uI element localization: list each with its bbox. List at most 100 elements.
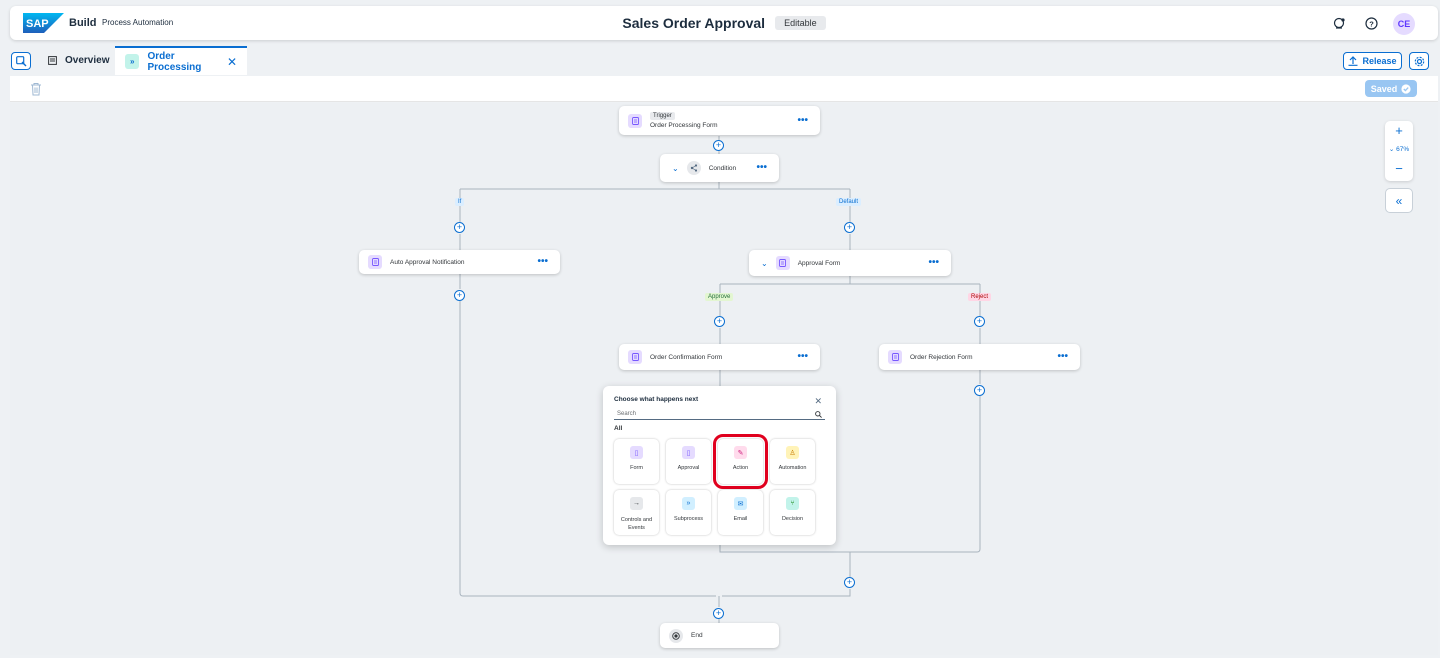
order-rejection-node[interactable]: Order Rejection Form ••• [879, 344, 1080, 370]
condition-label: Condition [708, 164, 737, 172]
chevron-down-icon[interactable]: ⌄ [672, 164, 679, 173]
condition-icon [686, 161, 701, 175]
page-title: Sales Order Approval [622, 15, 766, 31]
add-step-button[interactable]: + [974, 385, 985, 396]
collapse-panel-button[interactable]: « [1385, 188, 1413, 213]
more-options-icon[interactable]: ••• [797, 115, 808, 125]
tile-label: Email [733, 516, 748, 522]
tab-order-processing-label: Order Processing [147, 50, 202, 73]
tile-label: Automation [778, 465, 807, 471]
section-label: All [614, 425, 623, 432]
more-options-icon[interactable]: ••• [797, 352, 808, 362]
email-icon: ✉ [734, 497, 747, 510]
tab-overview[interactable]: Overview [38, 46, 119, 75]
more-options-icon[interactable]: ••• [1057, 352, 1068, 362]
tile-action[interactable]: ✎ Action [713, 434, 768, 489]
approval-form-node[interactable]: ⌄ Approval Form ••• [749, 250, 951, 276]
tile-email[interactable]: ✉ Email [718, 490, 763, 535]
auto-approval-node[interactable]: Auto Approval Notification ••• [359, 250, 560, 274]
add-step-button[interactable]: + [454, 222, 465, 233]
add-step-button[interactable]: + [454, 290, 465, 301]
overview-icon [48, 56, 57, 65]
form-icon [368, 255, 382, 269]
end-icon [669, 628, 683, 643]
checkmark-icon [1401, 83, 1411, 94]
branch-label-if: If [455, 198, 465, 206]
help-icon[interactable]: ? [1363, 15, 1379, 31]
add-step-button[interactable]: + [714, 316, 725, 327]
notifications-icon[interactable] [1331, 15, 1347, 31]
tab-bar: Overview » Order Processing ✕ Release [10, 46, 1438, 75]
add-step-button[interactable]: + [713, 608, 724, 619]
product-name: Process Automation [102, 18, 174, 27]
tab-overview-label: Overview [65, 55, 110, 66]
next-step-popover: Choose what happens next ✕ Search All ▯ … [603, 386, 836, 545]
auto-approval-label: Auto Approval Notification [390, 258, 465, 266]
more-options-icon[interactable]: ••• [537, 257, 548, 267]
approval-icon: ▯ [682, 446, 695, 459]
add-step-button[interactable]: + [974, 316, 985, 327]
order-confirmation-label: Order Confirmation Form [650, 353, 723, 361]
editor-toolbar: Saved [10, 76, 1438, 102]
process-canvas[interactable]: Trigger Order Processing Form ••• + ⌄ Co… [10, 103, 1438, 655]
tile-label: Approval [677, 465, 700, 471]
search-icon [815, 410, 822, 418]
automation-icon: ♙ [786, 446, 799, 459]
release-button[interactable]: Release [1343, 52, 1402, 70]
order-confirmation-node[interactable]: Order Confirmation Form ••• [619, 344, 820, 370]
approval-icon [775, 256, 790, 270]
tab-order-processing[interactable]: » Order Processing ✕ [115, 46, 247, 75]
approval-form-label: Approval Form [797, 259, 841, 267]
tile-decision[interactable]: ⑂ Decision [770, 490, 815, 535]
subprocess-icon: » [682, 497, 695, 510]
order-rejection-label: Order Rejection Form [910, 353, 973, 361]
tile-automation[interactable]: ♙ Automation [770, 439, 815, 484]
gear-icon [1414, 56, 1424, 66]
shell-bar: SAP Build Process Automation Sales Order… [10, 6, 1438, 40]
process-icon: » [125, 54, 140, 69]
zoom-in-button[interactable]: + [1385, 123, 1413, 138]
form-icon [628, 350, 642, 364]
zoom-level[interactable]: ⌄ 67% [1385, 145, 1413, 153]
add-step-button[interactable]: + [713, 140, 724, 151]
condition-node[interactable]: ⌄ Condition ••• [660, 154, 779, 182]
close-tab-icon[interactable]: ✕ [227, 55, 237, 69]
avatar[interactable]: CE [1393, 13, 1415, 35]
add-step-button[interactable]: + [844, 577, 855, 588]
add-step-button[interactable]: + [844, 222, 855, 233]
branch-label-default: Default [836, 198, 862, 206]
search-tabs-button[interactable] [11, 52, 31, 70]
more-options-icon[interactable]: ••• [928, 258, 939, 268]
settings-button[interactable] [1409, 52, 1429, 70]
chevron-down-icon[interactable]: ⌄ [761, 259, 768, 268]
saved-status-button[interactable]: Saved [1365, 80, 1417, 97]
zoom-controls: + ⌄ 67% − [1385, 121, 1413, 181]
search-placeholder: Search [617, 411, 637, 417]
search-input[interactable]: Search [614, 409, 825, 420]
trigger-node[interactable]: Trigger Order Processing Form ••• [619, 106, 820, 135]
trigger-tag: Trigger [650, 112, 675, 120]
end-node[interactable]: End [660, 623, 779, 648]
tile-label: Action [732, 465, 749, 471]
tile-approval[interactable]: ▯ Approval [666, 439, 711, 484]
upload-icon [1348, 56, 1358, 66]
sap-logo[interactable]: SAP [23, 13, 64, 33]
branch-label-reject: Reject [968, 293, 992, 301]
more-options-icon[interactable]: ••• [756, 163, 767, 173]
svg-text:?: ? [1369, 19, 1374, 28]
close-icon[interactable]: ✕ [814, 396, 822, 407]
connector-lines [459, 136, 981, 624]
tile-label: Subprocess [673, 516, 704, 522]
tile-label: Controls and Events [620, 517, 653, 531]
zoom-out-button[interactable]: − [1385, 161, 1413, 176]
app-shell: SAP Build Process Automation Sales Order… [0, 0, 1440, 658]
tile-subprocess[interactable]: » Subprocess [666, 490, 711, 535]
delete-icon[interactable] [30, 82, 42, 96]
tile-form[interactable]: ▯ Form [614, 439, 659, 484]
controls-icon: → [630, 497, 643, 510]
popover-title: Choose what happens next [614, 396, 699, 403]
status-badge: Editable [775, 16, 826, 30]
release-label: Release [1362, 56, 1397, 66]
tile-label: Decision [781, 516, 804, 522]
tile-controls-and-events[interactable]: → Controls and Events [614, 490, 659, 535]
